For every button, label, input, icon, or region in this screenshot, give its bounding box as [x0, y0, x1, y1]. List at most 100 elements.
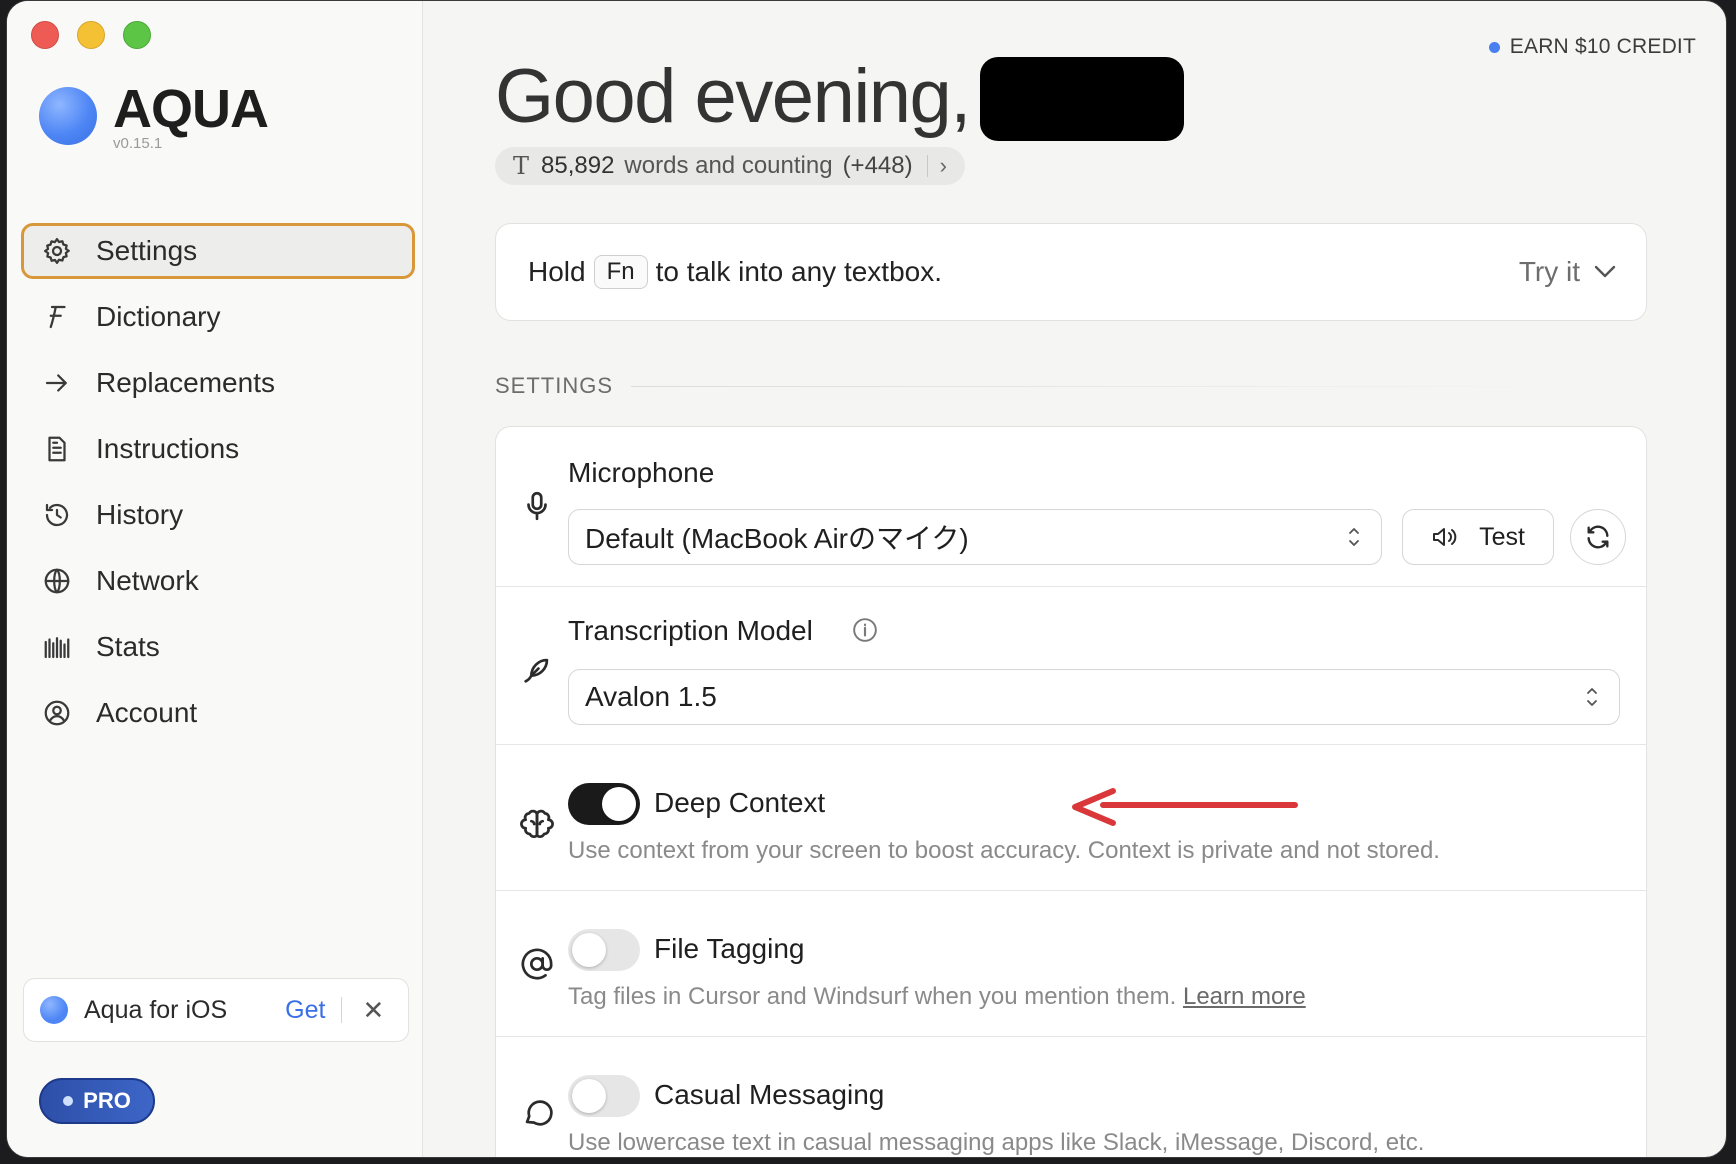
account-icon [40, 696, 74, 730]
chevron-down-icon [1594, 265, 1616, 278]
learn-more-link[interactable]: Learn more [1183, 983, 1306, 1010]
transcription-model-value: Avalon 1.5 [585, 681, 717, 712]
status-dot-icon [1488, 41, 1500, 53]
hold-prefix: Hold [528, 256, 586, 287]
status-dot-icon [63, 1096, 74, 1106]
sidebar-item-label: Dictionary [96, 301, 221, 332]
window-controls [31, 21, 151, 49]
divider [341, 997, 343, 1023]
sidebar-item-label: Replacements [96, 367, 275, 398]
deep-context-description: Use context from your screen to boost ac… [568, 837, 1440, 864]
history-icon [40, 498, 74, 532]
app-name: AQUA [113, 79, 269, 139]
sidebar-item-label: Stats [96, 631, 160, 662]
toggle-knob [572, 1079, 606, 1113]
sidebar-item-label: Network [96, 565, 199, 596]
speaker-icon [1433, 528, 1457, 546]
refresh-microphones-button[interactable] [1570, 509, 1626, 565]
divider [631, 385, 1572, 387]
sidebar-item-instructions[interactable]: Instructions [21, 421, 415, 477]
casual-messaging-row: Casual Messaging Use lowercase text in c… [496, 1037, 1646, 1157]
sidebar-item-label: Settings [96, 235, 198, 266]
sidebar-item-label: Instructions [96, 433, 240, 464]
word-count: 85,892 [541, 152, 615, 179]
refresh-icon [1587, 525, 1609, 549]
dictionary-icon [40, 300, 74, 334]
deep-context-toggle[interactable] [568, 783, 640, 825]
info-icon[interactable] [852, 617, 878, 643]
globe-icon [40, 564, 74, 598]
file-tagging-toggle[interactable] [568, 929, 640, 971]
word-count-label: words and counting [624, 152, 833, 179]
test-label: Test [1479, 522, 1525, 551]
word-count-pill[interactable]: T 85,892 words and counting (+448) › [495, 147, 965, 185]
file-tagging-description: Tag files in Cursor and Windsurf when yo… [568, 983, 1177, 1010]
main-content: EARN $10 CREDIT Good evening, T 85,892 w… [423, 1, 1726, 1157]
microphone-icon [520, 489, 556, 525]
brain-icon [520, 807, 556, 843]
pro-badge[interactable]: PRO [39, 1078, 155, 1124]
sidebar-item-label: Account [96, 697, 198, 728]
aqua-logo-icon [39, 87, 97, 145]
file-tagging-title: File Tagging [654, 933, 805, 964]
at-sign-icon [520, 947, 556, 983]
transcription-model-title: Transcription Model [568, 615, 813, 646]
arrow-right-icon [40, 366, 74, 400]
annotation-arrow-icon [1072, 788, 1298, 826]
casual-messaging-title: Casual Messaging [654, 1079, 885, 1110]
document-icon [40, 432, 74, 466]
hold-to-talk-card: Hold Fn to talk into any textbox. Try it [495, 223, 1647, 321]
transcription-model-row: Transcription Model Avalon 1.5 [496, 587, 1646, 745]
brand: AQUA v0.15.1 [39, 79, 269, 152]
divider [926, 155, 928, 177]
sidebar-item-dictionary[interactable]: Dictionary [21, 289, 415, 345]
hold-suffix: to talk into any textbox. [655, 256, 942, 287]
greeting-text: Good evening, [495, 53, 971, 139]
try-it-button[interactable]: Try it [1519, 256, 1616, 288]
ios-promo-label: Aqua for iOS [84, 995, 228, 1024]
up-down-chevron-icon [1349, 528, 1359, 546]
chat-bubble-icon [520, 1095, 556, 1131]
aqua-ios-icon [40, 996, 68, 1024]
close-window-button[interactable] [31, 21, 59, 49]
test-microphone-button[interactable]: Test [1402, 509, 1554, 565]
sidebar-nav: Settings Dictionary Replacements Instruc… [21, 223, 415, 751]
sidebar-item-settings[interactable]: Settings [21, 223, 415, 279]
quill-icon [520, 653, 556, 689]
sidebar-item-replacements[interactable]: Replacements [21, 355, 415, 411]
zoom-window-button[interactable] [123, 21, 151, 49]
close-icon[interactable]: ✕ [362, 995, 384, 1026]
minimize-window-button[interactable] [77, 21, 105, 49]
sidebar-item-label: History [96, 499, 184, 530]
sidebar-item-stats[interactable]: Stats [21, 619, 415, 675]
section-label: SETTINGS [495, 373, 614, 398]
sidebar: AQUA v0.15.1 Settings Dictionary Replace… [7, 1, 423, 1157]
file-tagging-row: File Tagging Tag files in Cursor and Win… [496, 891, 1646, 1037]
toggle-knob [602, 787, 636, 821]
app-window: AQUA v0.15.1 Settings Dictionary Replace… [6, 0, 1727, 1158]
gear-icon [40, 234, 74, 268]
get-ios-link[interactable]: Get [285, 996, 325, 1025]
microphone-row: Microphone Default (MacBook Airのマイク) Tes… [496, 427, 1646, 587]
try-it-label: Try it [1518, 256, 1580, 287]
transcription-model-select[interactable]: Avalon 1.5 [568, 669, 1620, 725]
sidebar-item-history[interactable]: History [21, 487, 415, 543]
microphone-select[interactable]: Default (MacBook Airのマイク) [568, 509, 1382, 565]
redacted-username [979, 57, 1184, 141]
file-tagging-description-line: Tag files in Cursor and Windsurf when yo… [568, 983, 1306, 1011]
chevron-right-icon: › [939, 153, 947, 178]
stats-icon [40, 630, 74, 664]
microphone-selected-value: Default (MacBook Airのマイク) [585, 523, 969, 554]
sidebar-item-network[interactable]: Network [21, 553, 415, 609]
settings-section-header: SETTINGS [495, 373, 1572, 399]
pro-badge-label: PRO [83, 1088, 131, 1113]
greeting: Good evening, [495, 51, 1184, 141]
casual-messaging-toggle[interactable] [568, 1075, 640, 1117]
toggle-knob [572, 933, 606, 967]
fn-key-badge: Fn [593, 255, 648, 289]
ios-promo-card: Aqua for iOS Get ✕ [23, 978, 409, 1042]
earn-credit-link[interactable]: EARN $10 CREDIT [1488, 35, 1696, 59]
sidebar-item-account[interactable]: Account [21, 685, 415, 741]
microphone-title: Microphone [568, 457, 715, 488]
earn-credit-label: EARN $10 CREDIT [1509, 35, 1696, 58]
